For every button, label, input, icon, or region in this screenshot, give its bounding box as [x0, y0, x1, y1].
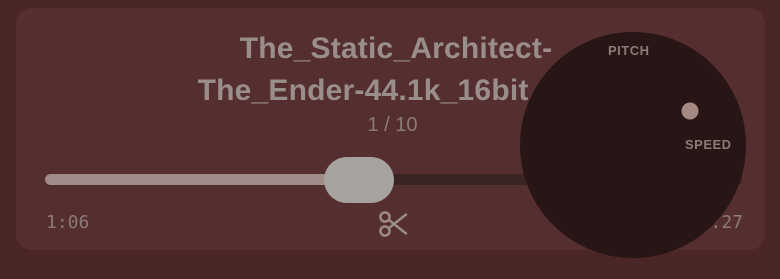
- elapsed-time: 1:06: [46, 212, 90, 233]
- progress-fill: [45, 174, 359, 185]
- pitch-label: PITCH: [608, 43, 650, 58]
- pitch-speed-knob[interactable]: PITCH SPEED: [520, 32, 746, 258]
- knob-position-dot[interactable]: [681, 102, 698, 120]
- progress-thumb[interactable]: [323, 157, 394, 203]
- track-counter: 1 / 10: [367, 114, 418, 136]
- speed-label: SPEED: [685, 137, 732, 152]
- scissors-icon[interactable]: [376, 207, 410, 241]
